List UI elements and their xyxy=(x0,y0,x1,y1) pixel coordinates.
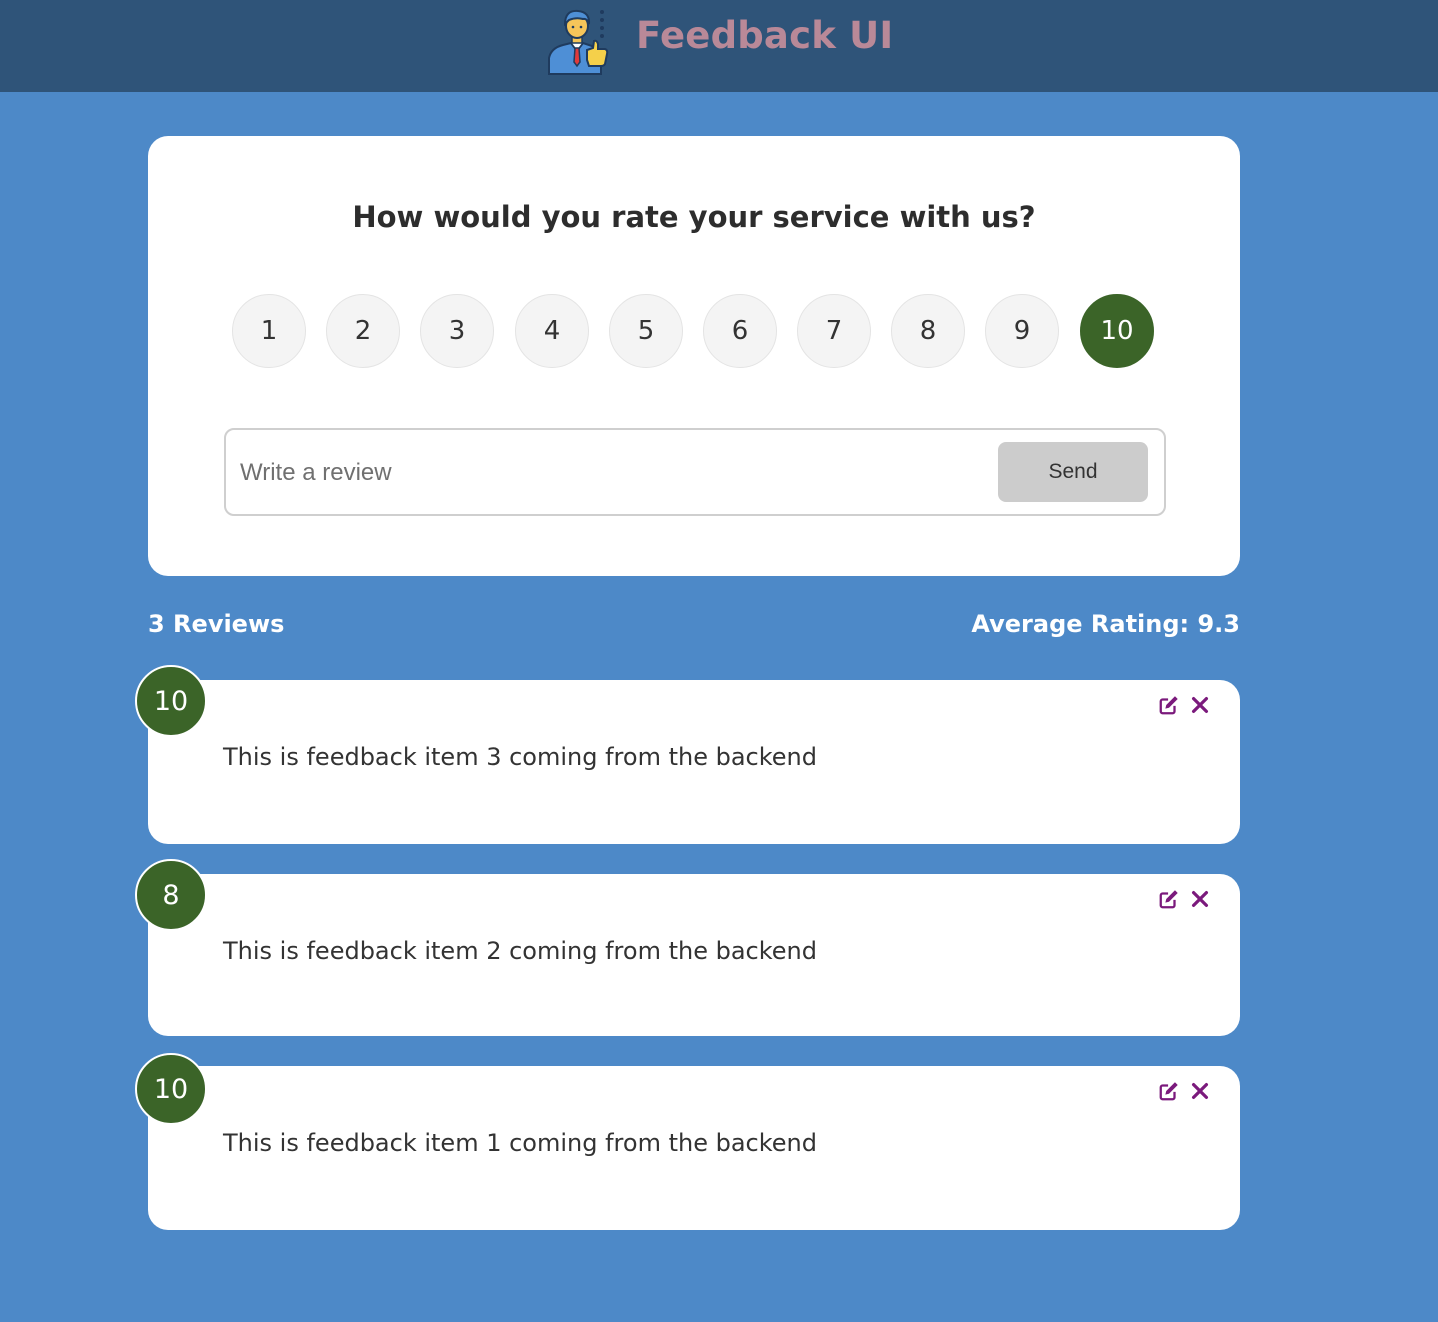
edit-icon[interactable] xyxy=(1158,1080,1180,1102)
average-rating: Average Rating: 9.3 xyxy=(971,610,1240,638)
close-icon[interactable] xyxy=(1189,1080,1211,1102)
reviews-count: 3 Reviews xyxy=(148,610,285,638)
rating-option-10[interactable]: 10 xyxy=(1080,294,1154,368)
rating-option-1[interactable]: 1 xyxy=(232,294,306,368)
app-title: Feedback UI xyxy=(636,14,894,57)
rating-option-6[interactable]: 6 xyxy=(703,294,777,368)
rating-badge: 8 xyxy=(135,859,207,931)
rating-option-7[interactable]: 7 xyxy=(797,294,871,368)
businessman-thumbs-up-icon xyxy=(548,9,609,75)
feedback-text: This is feedback item 3 coming from the … xyxy=(223,743,817,771)
send-button[interactable]: Send xyxy=(998,442,1148,502)
close-icon[interactable] xyxy=(1189,888,1211,910)
feedback-item: This is feedback item 2 coming from the … xyxy=(148,874,1240,1036)
edit-icon[interactable] xyxy=(1158,888,1180,910)
rating-badge: 10 xyxy=(135,1053,207,1125)
edit-icon[interactable] xyxy=(1158,694,1180,716)
rating-option-4[interactable]: 4 xyxy=(515,294,589,368)
review-input[interactable] xyxy=(238,448,982,498)
rating-question: How would you rate your service with us? xyxy=(352,200,1036,234)
feedback-text: This is feedback item 2 coming from the … xyxy=(223,937,817,965)
close-icon[interactable] xyxy=(1189,694,1211,716)
rating-option-9[interactable]: 9 xyxy=(985,294,1059,368)
rating-option-8[interactable]: 8 xyxy=(891,294,965,368)
app-header: Feedback UI xyxy=(0,0,1438,92)
feedback-item: This is feedback item 1 coming from the … xyxy=(148,1066,1240,1230)
rating-option-3[interactable]: 3 xyxy=(420,294,494,368)
feedback-text: This is feedback item 1 coming from the … xyxy=(223,1129,817,1157)
review-form: Send xyxy=(224,428,1166,516)
rating-badge: 10 xyxy=(135,665,207,737)
rating-option-5[interactable]: 5 xyxy=(609,294,683,368)
feedback-item: This is feedback item 3 coming from the … xyxy=(148,680,1240,844)
rating-option-2[interactable]: 2 xyxy=(326,294,400,368)
